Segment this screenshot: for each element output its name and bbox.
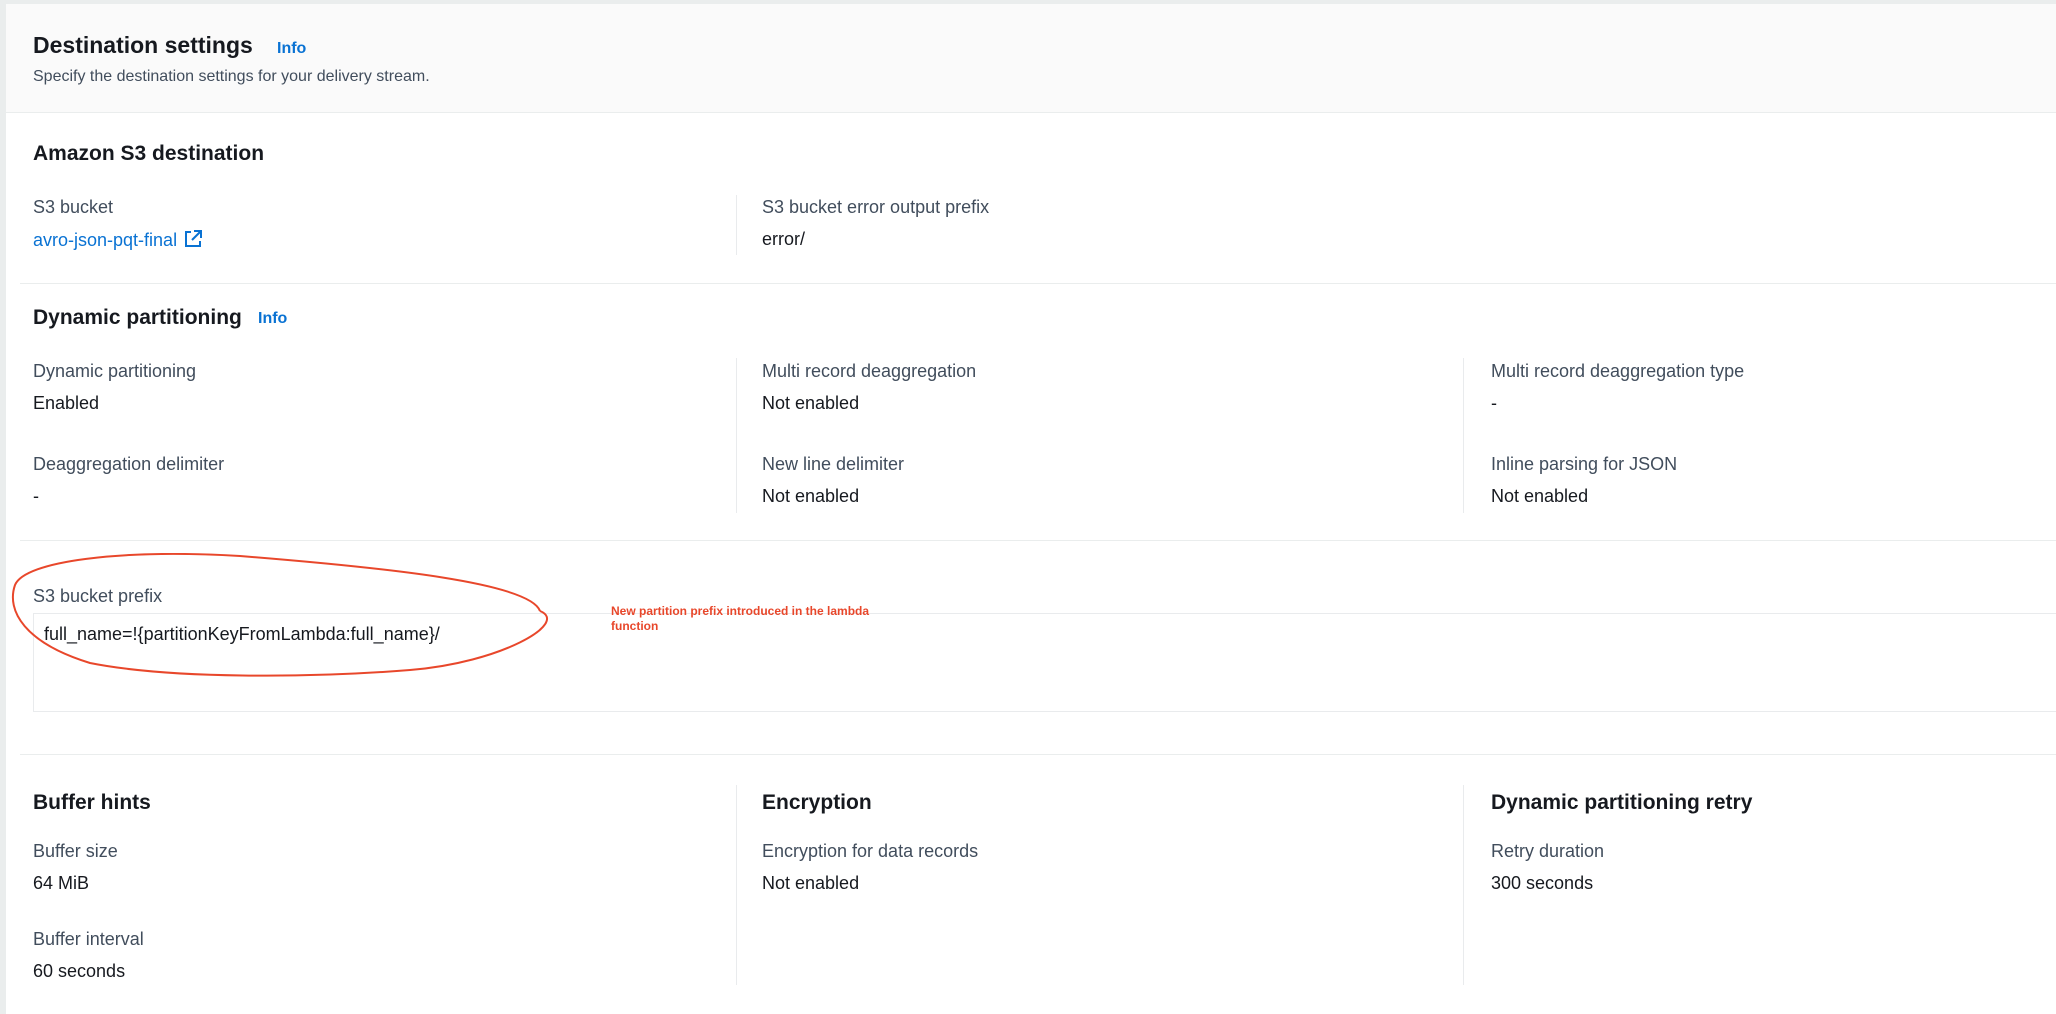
retry-title: Dynamic partitioning retry [1491, 791, 1753, 814]
buffer-size-value: 64 MiB [33, 873, 90, 893]
column-separator [1463, 358, 1464, 513]
inline-parsing-json-label: Inline parsing for JSON [1491, 454, 1678, 474]
multi-record-deaggregation-value: Not enabled [762, 393, 860, 413]
column-separator [736, 785, 737, 985]
s3-error-prefix-label: S3 bucket error output prefix [762, 197, 990, 217]
external-link-icon[interactable] [183, 229, 203, 254]
column-separator [736, 358, 737, 513]
encryption-label: Encryption for data records [762, 841, 979, 861]
buffer-interval-label: Buffer interval [33, 929, 144, 949]
dynamic-partitioning-label: Dynamic partitioning [33, 361, 197, 381]
column-separator [1463, 785, 1464, 985]
retry-duration-value: 300 seconds [1491, 873, 1594, 893]
section-divider [20, 283, 2056, 284]
multi-record-deaggregation-type-value: - [1491, 393, 1497, 413]
dynamic-partitioning-info-link[interactable]: Info [258, 310, 287, 328]
multi-record-deaggregation-type-label: Multi record deaggregation type [1491, 361, 1745, 381]
section-divider [20, 754, 2056, 755]
s3-bucket-value: avro-json-pqt-final [33, 229, 203, 254]
header-info-link[interactable]: Info [277, 40, 306, 58]
s3-bucket-label: S3 bucket [33, 197, 114, 217]
destination-settings-header: Destination settings Info Specify the de… [6, 4, 2056, 113]
column-separator [736, 195, 737, 255]
page-description: Specify the destination settings for you… [33, 68, 430, 85]
s3-bucket-link[interactable]: avro-json-pqt-final [33, 230, 177, 250]
s3-error-prefix-value: error/ [762, 229, 806, 249]
buffer-interval-value: 60 seconds [33, 961, 126, 981]
section-divider [20, 540, 2056, 541]
encryption-title: Encryption [762, 791, 872, 814]
inline-parsing-json-value: Not enabled [1491, 486, 1589, 506]
retry-duration-label: Retry duration [1491, 841, 1605, 861]
deaggregation-delimiter-value: - [33, 486, 39, 506]
dynamic-partitioning-title: Dynamic partitioning [33, 306, 242, 329]
deaggregation-delimiter-label: Deaggregation delimiter [33, 454, 225, 474]
s3-destination-title: Amazon S3 destination [33, 142, 265, 165]
left-border [0, 0, 6, 1014]
page-title: Destination settings [33, 32, 253, 58]
annotation-ellipse [11, 553, 548, 677]
new-line-delimiter-value: Not enabled [762, 486, 860, 506]
dynamic-partitioning-value: Enabled [33, 393, 100, 413]
annotation-note: New partition prefix introduced in the l… [611, 604, 870, 633]
new-line-delimiter-label: New line delimiter [762, 454, 905, 474]
encryption-value: Not enabled [762, 873, 860, 893]
multi-record-deaggregation-label: Multi record deaggregation [762, 361, 977, 381]
buffer-size-label: Buffer size [33, 841, 118, 861]
buffer-hints-title: Buffer hints [33, 791, 151, 814]
